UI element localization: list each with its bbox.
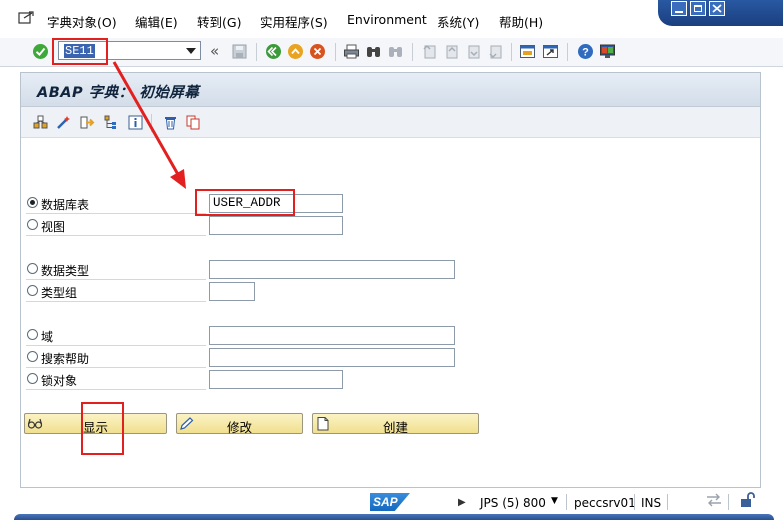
window-bottom-edge	[14, 514, 774, 520]
connection-icon	[705, 493, 723, 510]
status-separator	[634, 494, 635, 510]
chevron-down-icon[interactable]: ▼	[551, 496, 558, 506]
insert-mode: INS	[641, 496, 662, 510]
server-name: peccsrv01	[574, 496, 636, 510]
system-info: JPS (5) 800	[480, 496, 546, 510]
lock-icon[interactable]	[739, 492, 755, 511]
play-arrow-icon[interactable]: ▶	[458, 497, 466, 508]
sap-logo: SAP	[370, 493, 410, 511]
status-separator	[566, 494, 567, 510]
status-separator	[728, 494, 729, 510]
annotation-arrow	[112, 61, 186, 189]
status-separator	[667, 494, 668, 510]
